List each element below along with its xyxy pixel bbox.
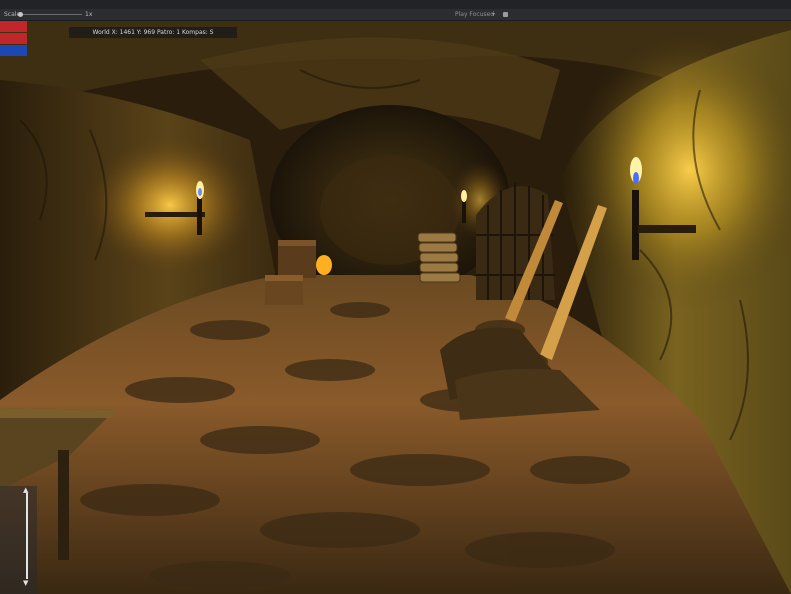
hud-status: World X: 1461 Y: 969 Patro: 1 Kompas: S <box>69 27 237 38</box>
chevron-down-icon[interactable]: ▾ <box>492 11 495 18</box>
blue-swatch <box>0 45 27 56</box>
play-mode-dropdown[interactable]: Play Focused <box>455 11 494 18</box>
red-swatch-1 <box>0 21 27 32</box>
red-swatch-2 <box>0 33 27 44</box>
editor-toolbar: Scale 1x Play Focused ▾ <box>0 0 791 21</box>
arrow-down-icon[interactable]: ▼ <box>23 580 28 587</box>
mute-toggle-icon[interactable] <box>503 12 508 17</box>
scale-value: 1x <box>85 11 93 18</box>
zoom-slider[interactable] <box>26 493 28 579</box>
zoom-panel <box>0 486 37 594</box>
scale-slider-track[interactable] <box>22 14 82 15</box>
title-strip <box>0 0 791 9</box>
game-viewport[interactable]: Scale 1x Play Focused ▾ World X: 1461 Y:… <box>0 0 791 594</box>
cave-scene <box>0 0 791 594</box>
scale-slider-handle[interactable] <box>18 12 23 17</box>
